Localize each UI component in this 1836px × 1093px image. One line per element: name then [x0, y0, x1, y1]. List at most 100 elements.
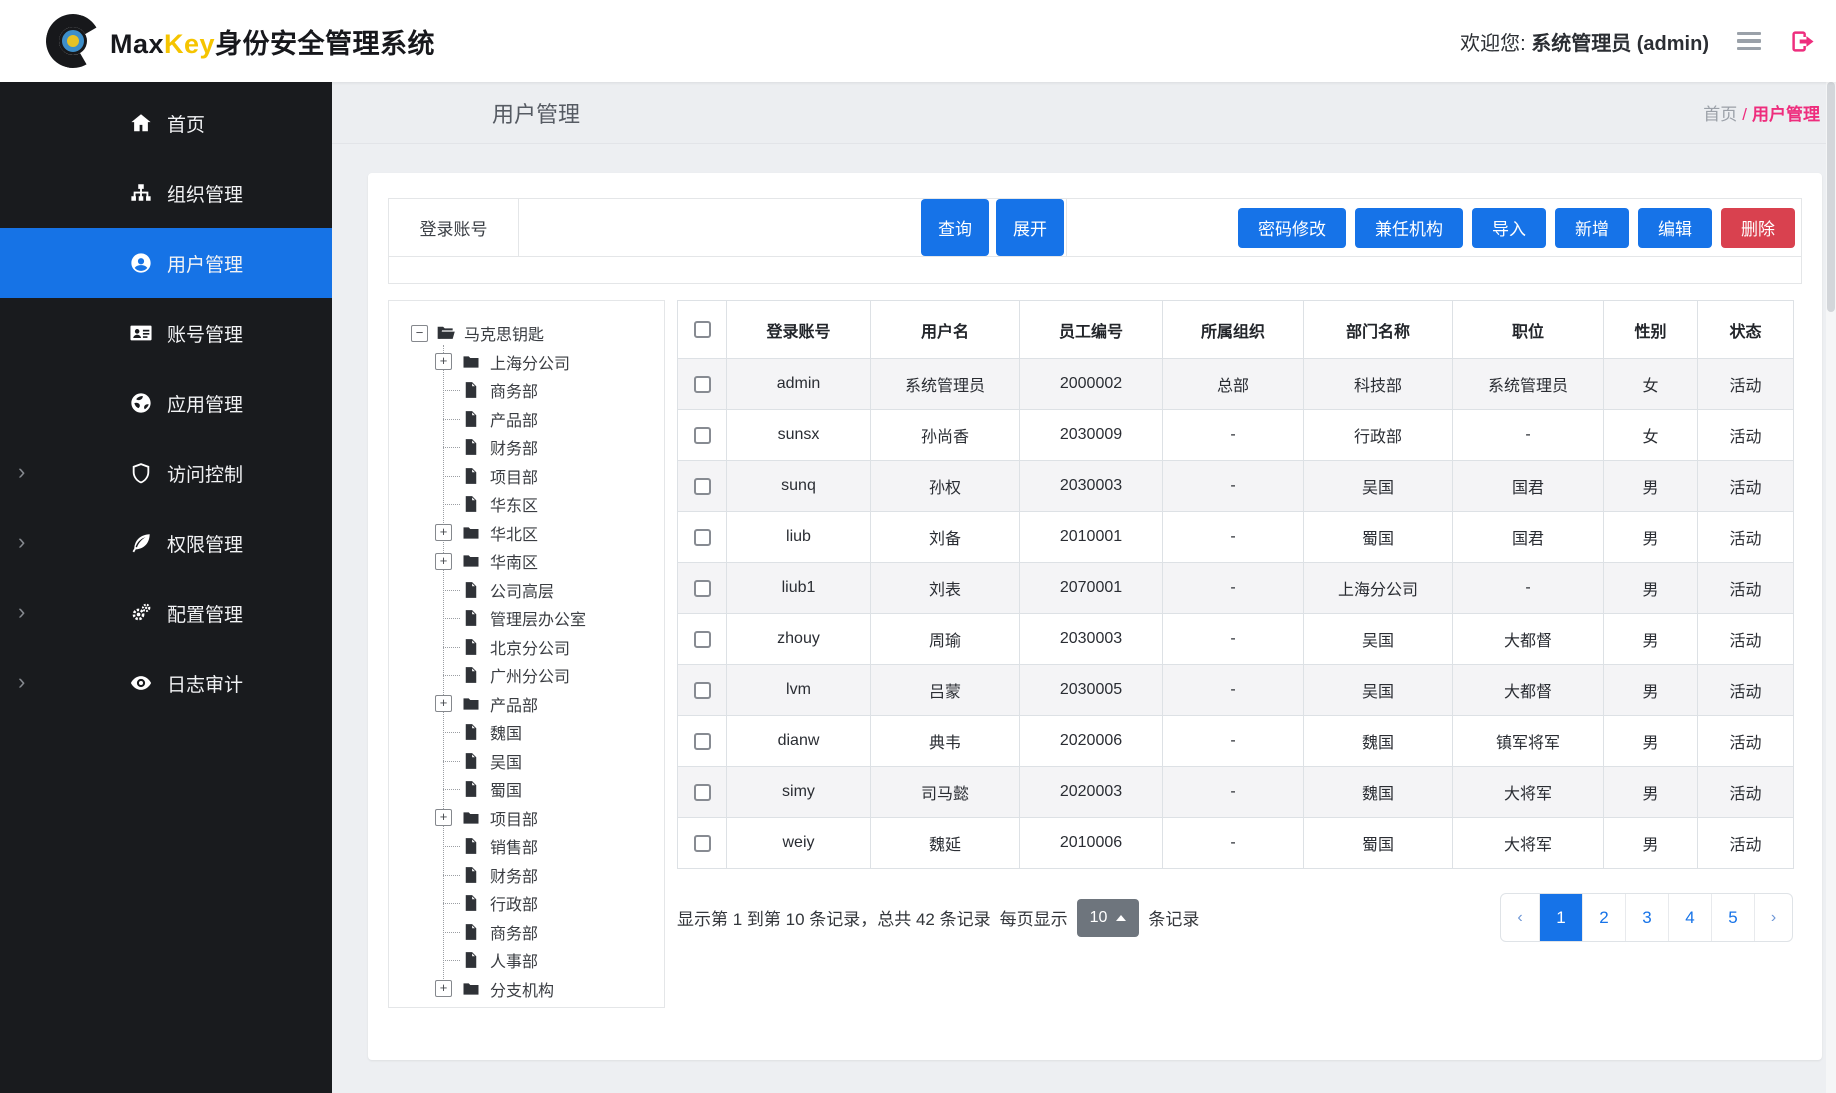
- row-checkbox[interactable]: [694, 529, 711, 546]
- sidebar-item-access-control[interactable]: ›访问控制: [0, 438, 332, 508]
- tree-node-label[interactable]: 分支机构: [490, 977, 554, 1001]
- tree-node[interactable]: 魏国: [401, 718, 658, 747]
- sidebar-item-config-management[interactable]: ›配置管理: [0, 578, 332, 648]
- expand-icon[interactable]: +: [435, 809, 452, 826]
- scrollbar-thumb[interactable]: [1827, 82, 1835, 312]
- tree-node[interactable]: 财务部: [401, 861, 658, 890]
- tree-node[interactable]: 管理层办公室: [401, 604, 658, 633]
- table-row[interactable]: admin系统管理员2000002总部科技部系统管理员女活动: [678, 359, 1794, 410]
- tree-node[interactable]: 产品部: [401, 405, 658, 434]
- tree-node-label[interactable]: 商务部: [490, 920, 538, 944]
- sidebar-item-log-audit[interactable]: ›日志审计: [0, 648, 332, 718]
- brand[interactable]: MaxKey身份安全管理系统: [46, 14, 435, 68]
- expand-button[interactable]: 展开: [996, 199, 1064, 256]
- tree-node[interactable]: 蜀国: [401, 775, 658, 804]
- tree-node-label[interactable]: 华北区: [490, 521, 538, 545]
- tree-node[interactable]: 北京分公司: [401, 633, 658, 662]
- tree-node-label[interactable]: 魏国: [490, 720, 522, 744]
- login-account-input[interactable]: [519, 199, 914, 256]
- table-row[interactable]: zhouy周瑜2030003-吴国大都督男活动: [678, 614, 1794, 665]
- sidebar-item-home[interactable]: 首页: [0, 88, 332, 158]
- tree-node[interactable]: + 上海分公司: [401, 348, 658, 377]
- scrollbar[interactable]: [1826, 82, 1836, 1093]
- page-button-1[interactable]: 1: [1539, 894, 1582, 941]
- logout-icon[interactable]: [1789, 28, 1816, 55]
- tree-node-label[interactable]: 上海分公司: [490, 350, 570, 374]
- tree-node[interactable]: + 项目部: [401, 804, 658, 833]
- collapse-icon[interactable]: −: [411, 325, 428, 342]
- page-size-dropdown[interactable]: 10: [1077, 899, 1140, 937]
- sidebar-item-org-management[interactable]: 组织管理: [0, 158, 332, 228]
- tree-node-label[interactable]: 产品部: [490, 692, 538, 716]
- tree-node-label[interactable]: 项目部: [490, 464, 538, 488]
- tree-node-label[interactable]: 管理层办公室: [490, 606, 586, 630]
- row-checkbox[interactable]: [694, 631, 711, 648]
- row-checkbox[interactable]: [694, 427, 711, 444]
- table-row[interactable]: liub1刘表2070001-上海分公司-男活动: [678, 563, 1794, 614]
- change-password-button[interactable]: 密码修改: [1238, 208, 1346, 248]
- tree-node-label[interactable]: 销售部: [490, 834, 538, 858]
- concurrent-org-button[interactable]: 兼任机构: [1355, 208, 1463, 248]
- breadcrumb-home[interactable]: 首页: [1703, 105, 1737, 124]
- expand-icon[interactable]: +: [435, 980, 452, 997]
- tree-node-label[interactable]: 蜀国: [490, 777, 522, 801]
- row-checkbox[interactable]: [694, 835, 711, 852]
- tree-node-label[interactable]: 公司高层: [490, 578, 554, 602]
- import-button[interactable]: 导入: [1472, 208, 1546, 248]
- tree-node-label[interactable]: 北京分公司: [490, 635, 570, 659]
- tree-node-label[interactable]: 财务部: [490, 435, 538, 459]
- tree-node[interactable]: + 产品部: [401, 690, 658, 719]
- tree-node[interactable]: 商务部: [401, 918, 658, 947]
- tree-node[interactable]: 公司高层: [401, 576, 658, 605]
- table-row[interactable]: weiy魏延2010006-蜀国大将军男活动: [678, 818, 1794, 869]
- tree-node-label[interactable]: 华东区: [490, 492, 538, 516]
- tree-node-label[interactable]: 产品部: [490, 407, 538, 431]
- row-checkbox[interactable]: [694, 580, 711, 597]
- menu-icon[interactable]: [1735, 26, 1763, 57]
- add-button[interactable]: 新增: [1555, 208, 1629, 248]
- row-checkbox[interactable]: [694, 784, 711, 801]
- table-row[interactable]: lvm吕蒙2030005-吴国大都督男活动: [678, 665, 1794, 716]
- row-checkbox[interactable]: [694, 733, 711, 750]
- tree-node[interactable]: + 华南区: [401, 547, 658, 576]
- sidebar-item-app-management[interactable]: 应用管理: [0, 368, 332, 438]
- sidebar-item-permission-management[interactable]: ›权限管理: [0, 508, 332, 578]
- tree-node-label[interactable]: 商务部: [490, 378, 538, 402]
- tree-node[interactable]: −马克思钥匙: [401, 319, 658, 348]
- tree-node[interactable]: 行政部: [401, 889, 658, 918]
- tree-node[interactable]: 华东区: [401, 490, 658, 519]
- tree-node-label[interactable]: 财务部: [490, 863, 538, 887]
- tree-node[interactable]: 财务部: [401, 433, 658, 462]
- query-button[interactable]: 查询: [921, 199, 989, 256]
- page-button-3[interactable]: 3: [1625, 894, 1668, 941]
- page-button-2[interactable]: 2: [1582, 894, 1625, 941]
- tree-node[interactable]: +华北区: [401, 519, 658, 548]
- table-row[interactable]: dianw典韦2020006-魏国镇军将军男活动: [678, 716, 1794, 767]
- edit-button[interactable]: 编辑: [1638, 208, 1712, 248]
- expand-icon[interactable]: +: [435, 353, 452, 370]
- tree-node-label[interactable]: 华南区: [490, 549, 538, 573]
- sidebar-item-user-management[interactable]: 用户管理: [0, 228, 332, 298]
- row-checkbox[interactable]: [694, 478, 711, 495]
- row-checkbox[interactable]: [694, 376, 711, 393]
- tree-node-label[interactable]: 人事部: [490, 948, 538, 972]
- table-row[interactable]: sunsx孙尚香2030009-行政部-女活动: [678, 410, 1794, 461]
- table-row[interactable]: sunq孙权2030003-吴国国君男活动: [678, 461, 1794, 512]
- row-checkbox[interactable]: [694, 682, 711, 699]
- tree-node[interactable]: 项目部: [401, 462, 658, 491]
- table-row[interactable]: liub刘备2010001-蜀国国君男活动: [678, 512, 1794, 563]
- page-button-5[interactable]: 5: [1711, 894, 1754, 941]
- tree-node[interactable]: + 分支机构: [401, 975, 658, 1004]
- tree-node[interactable]: 人事部: [401, 946, 658, 975]
- tree-node[interactable]: 吴国: [401, 747, 658, 776]
- expand-icon[interactable]: +: [435, 695, 452, 712]
- next-page-button[interactable]: ›: [1754, 894, 1792, 941]
- tree-node-label[interactable]: 项目部: [490, 806, 538, 830]
- tree-node-label[interactable]: 广州分公司: [490, 663, 570, 687]
- page-button-4[interactable]: 4: [1668, 894, 1711, 941]
- prev-page-button[interactable]: ‹: [1501, 894, 1539, 941]
- tree-node[interactable]: 销售部: [401, 832, 658, 861]
- sidebar-item-account-management[interactable]: 账号管理: [0, 298, 332, 368]
- expand-icon[interactable]: +: [435, 553, 452, 570]
- tree-node[interactable]: 商务部: [401, 376, 658, 405]
